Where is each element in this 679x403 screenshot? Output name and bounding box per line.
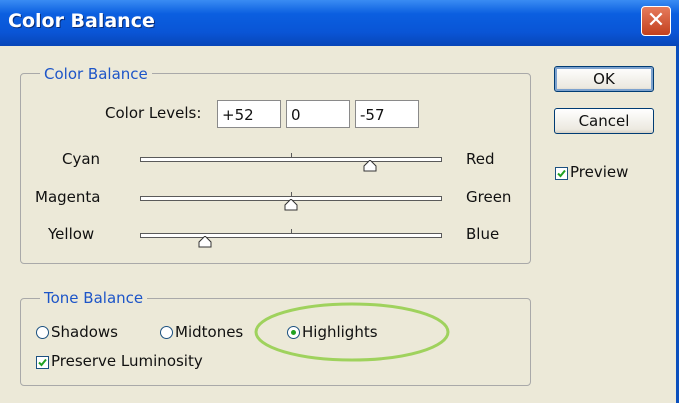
slider-yellow-label: Yellow xyxy=(48,225,95,243)
color-balance-dialog: Color Balance ✕ Color Balance Color Leve… xyxy=(0,0,679,403)
midtones-radio[interactable] xyxy=(160,326,173,339)
color-level-yellow-blue-field[interactable]: -57 xyxy=(355,100,419,128)
highlights-label[interactable]: Highlights xyxy=(302,323,378,341)
check-mark-icon xyxy=(38,358,47,367)
check-mark-icon xyxy=(557,169,566,178)
color-balance-legend: Color Balance xyxy=(40,65,152,83)
yellow-blue-slider-center-tick xyxy=(291,229,292,234)
magenta-green-slider-thumb[interactable] xyxy=(284,199,298,211)
cyan-red-slider-center-tick xyxy=(291,153,292,158)
tone-balance-legend: Tone Balance xyxy=(40,289,148,307)
preview-label[interactable]: Preview xyxy=(570,163,628,181)
highlights-radio-dot xyxy=(291,330,296,335)
color-level-cyan-red-field[interactable]: +52 xyxy=(217,100,281,128)
slider-red-label: Red xyxy=(466,150,495,168)
window-title: Color Balance xyxy=(8,10,155,32)
close-icon[interactable]: ✕ xyxy=(641,6,671,36)
slider-blue-label: Blue xyxy=(466,225,500,243)
magenta-green-slider-center-tick xyxy=(291,192,292,197)
highlights-radio[interactable] xyxy=(287,326,300,339)
color-level-magenta-green-field[interactable]: 0 xyxy=(286,100,350,128)
shadows-radio[interactable] xyxy=(36,326,49,339)
preview-checkbox[interactable] xyxy=(555,167,568,180)
color-levels-label: Color Levels: xyxy=(105,104,202,122)
cancel-button[interactable]: Cancel xyxy=(554,108,654,134)
preserve-luminosity-label[interactable]: Preserve Luminosity xyxy=(51,352,203,370)
yellow-blue-slider-thumb[interactable] xyxy=(198,236,212,248)
slider-green-label: Green xyxy=(466,188,512,206)
slider-cyan-label: Cyan xyxy=(62,150,101,168)
slider-magenta-label: Magenta xyxy=(35,188,101,206)
preserve-luminosity-checkbox[interactable] xyxy=(36,356,49,369)
cyan-red-slider-thumb[interactable] xyxy=(363,160,377,172)
title-bar[interactable]: Color Balance ✕ xyxy=(0,0,679,46)
midtones-label[interactable]: Midtones xyxy=(175,323,243,341)
shadows-label[interactable]: Shadows xyxy=(51,323,118,341)
ok-button[interactable]: OK xyxy=(554,66,654,92)
